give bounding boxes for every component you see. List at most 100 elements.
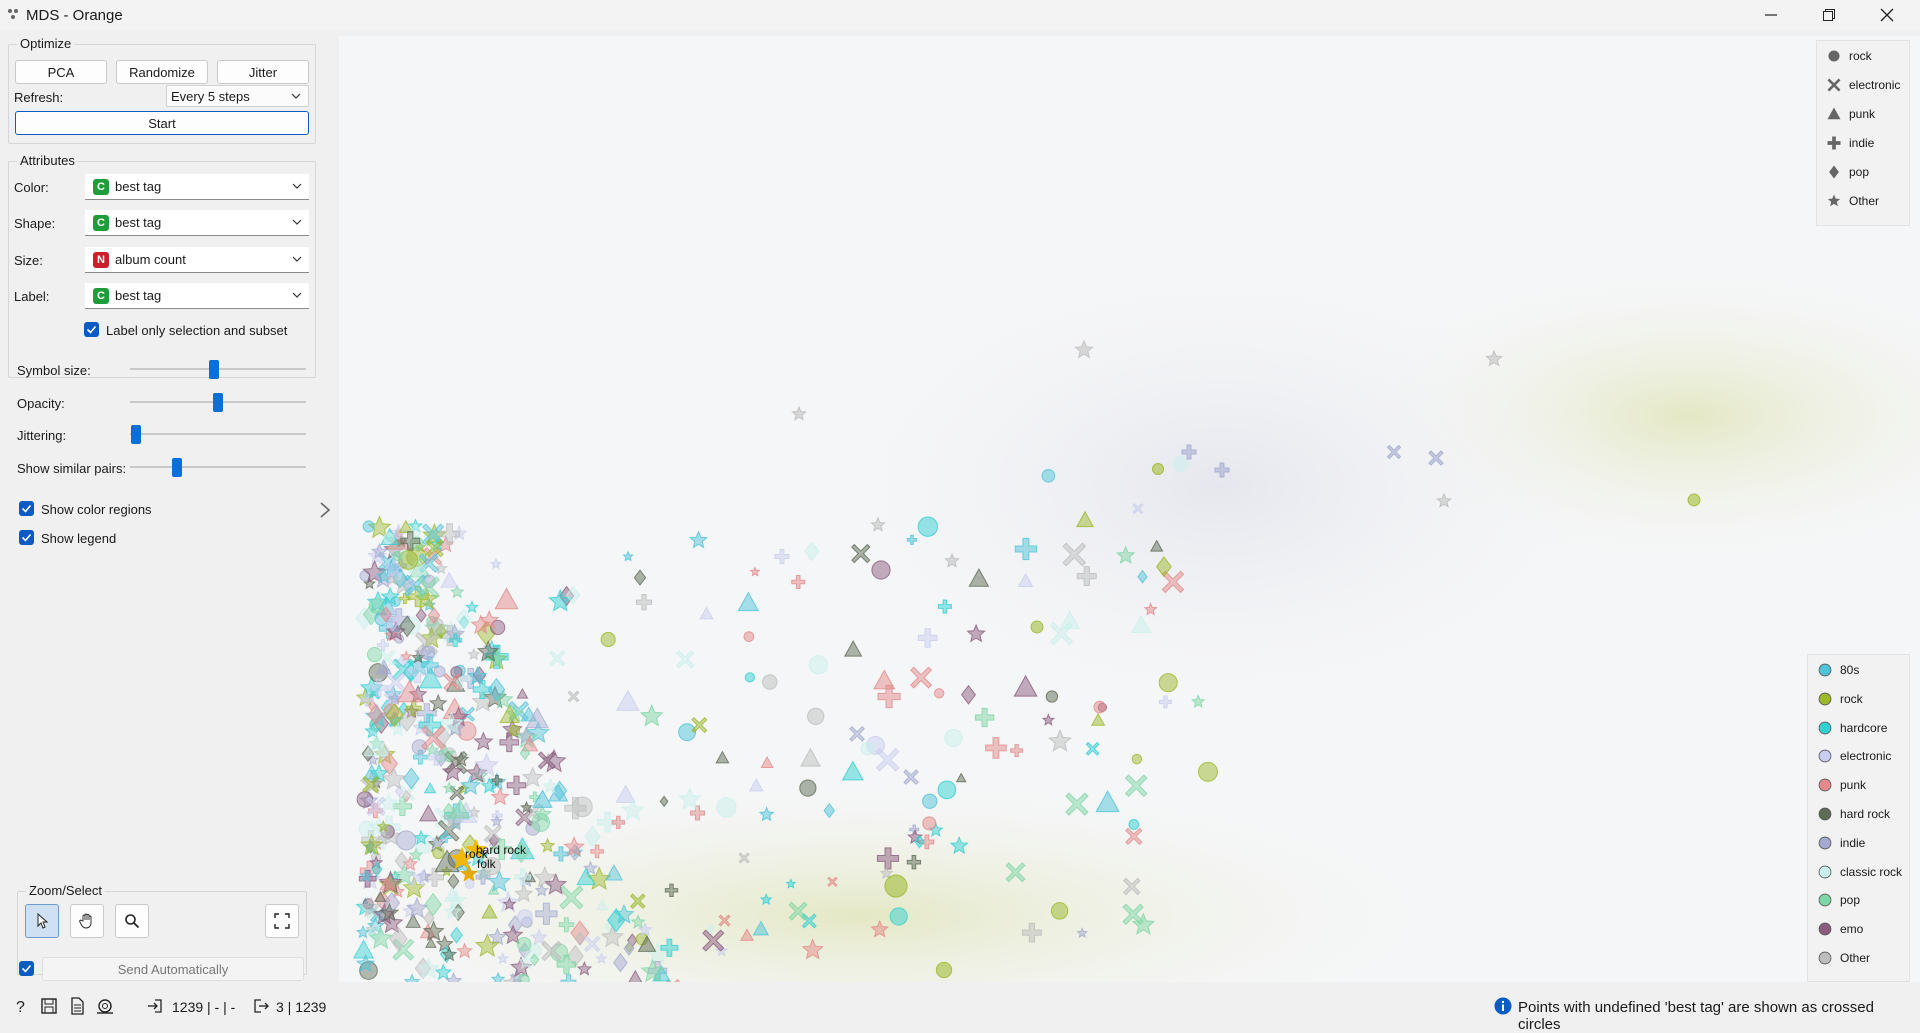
data-point[interactable]	[884, 874, 908, 898]
slider-handle[interactable]	[209, 360, 219, 379]
data-point[interactable]	[1050, 902, 1069, 920]
similar-pairs-slider[interactable]	[130, 457, 306, 477]
legend-item[interactable]: punk	[1818, 778, 1866, 792]
legend-item[interactable]: pop	[1827, 165, 1869, 179]
slider-handle[interactable]	[213, 393, 223, 412]
data-point[interactable]	[383, 532, 395, 545]
data-point[interactable]	[392, 550, 403, 562]
data-point[interactable]	[935, 961, 953, 979]
legend-item[interactable]: indie	[1818, 836, 1865, 850]
pan-tool-button[interactable]	[70, 904, 104, 938]
legend-item[interactable]: hard rock	[1818, 807, 1890, 821]
data-point[interactable]	[1158, 673, 1178, 693]
label-only-checkbox[interactable]	[84, 322, 99, 337]
reset-zoom-button[interactable]	[265, 904, 299, 938]
minimize-button[interactable]	[1748, 0, 1794, 30]
slider-handle[interactable]	[172, 458, 182, 477]
data-point[interactable]	[871, 560, 891, 580]
send-auto-checkbox[interactable]	[19, 961, 34, 976]
refresh-select[interactable]: Every 5 steps	[166, 85, 309, 107]
data-point[interactable]	[944, 728, 963, 748]
data-point[interactable]	[937, 780, 957, 800]
legend-item[interactable]: electronic	[1818, 749, 1891, 763]
data-point[interactable]	[716, 797, 737, 818]
data-point[interactable]	[807, 707, 825, 726]
data-point[interactable]	[744, 672, 756, 683]
data-point[interactable]	[1041, 468, 1056, 483]
data-point[interactable]	[531, 813, 551, 832]
data-point[interactable]	[1045, 690, 1059, 703]
data-point[interactable]	[922, 793, 938, 809]
data-point[interactable]	[799, 779, 817, 797]
scatter-canvas[interactable]: rock hard rock folk	[339, 36, 1920, 982]
data-point[interactable]	[572, 796, 593, 818]
data-point[interactable]	[508, 724, 521, 736]
data-point[interactable]	[934, 688, 945, 699]
save-icon[interactable]	[40, 997, 58, 1015]
data-point[interactable]	[366, 646, 383, 663]
help-icon[interactable]: ?	[12, 997, 30, 1015]
data-point[interactable]	[808, 655, 828, 675]
start-button[interactable]: Start	[15, 111, 309, 135]
data-point[interactable]	[1687, 493, 1701, 507]
legend-item[interactable]: emo	[1818, 922, 1863, 936]
report-icon[interactable]	[68, 997, 86, 1015]
data-point[interactable]	[1198, 761, 1218, 782]
jitter-button[interactable]: Jitter	[217, 60, 309, 84]
shape-legend[interactable]: rock electronic punk indie pop Other	[1816, 40, 1910, 226]
data-point[interactable]	[516, 936, 532, 952]
data-point[interactable]	[368, 598, 384, 614]
data-point[interactable]	[432, 846, 445, 860]
zoom-tool-button[interactable]	[115, 904, 149, 938]
data-point[interactable]	[860, 742, 875, 756]
legend-item[interactable]: Other	[1818, 951, 1870, 965]
data-point[interactable]	[358, 820, 376, 837]
color-legend[interactable]: 80s rock hardcore electronic punk hard rock in…	[1807, 654, 1910, 982]
data-point[interactable]	[420, 645, 436, 661]
legend-item[interactable]: hardcore	[1818, 721, 1887, 735]
show-legend-checkbox[interactable]	[19, 530, 34, 545]
data-point[interactable]	[1128, 818, 1140, 830]
data-point[interactable]	[922, 816, 937, 831]
select-tool-button[interactable]	[25, 904, 59, 938]
legend-item[interactable]: electronic	[1827, 78, 1900, 92]
color-select[interactable]: C best tag	[85, 174, 309, 200]
data-point[interactable]	[1172, 456, 1189, 472]
restore-button[interactable]	[1806, 0, 1852, 30]
data-point[interactable]	[678, 723, 697, 742]
data-point[interactable]	[600, 631, 616, 648]
data-point[interactable]	[517, 973, 530, 982]
slider-handle[interactable]	[131, 425, 141, 444]
data-point[interactable]	[743, 631, 755, 642]
mds-plot[interactable]: rock hard rock folk rock electronic punk in…	[339, 36, 1920, 982]
symbol-size-slider[interactable]	[130, 359, 306, 379]
label-select[interactable]: C best tag	[85, 283, 309, 309]
jittering-slider[interactable]	[130, 424, 306, 444]
size-select[interactable]: N album count	[85, 247, 309, 273]
legend-item[interactable]: rock	[1827, 49, 1872, 63]
collapse-panel-icon[interactable]	[318, 500, 332, 520]
data-point[interactable]	[1030, 620, 1044, 634]
legend-item[interactable]: punk	[1827, 107, 1875, 121]
data-point[interactable]	[1131, 753, 1143, 765]
legend-item[interactable]: indie	[1827, 136, 1874, 150]
legend-item[interactable]: pop	[1818, 893, 1860, 907]
snail-icon[interactable]	[96, 997, 114, 1015]
send-automatically-button[interactable]: Send Automatically	[42, 957, 304, 981]
data-point[interactable]	[917, 516, 938, 537]
data-point[interactable]	[464, 879, 475, 889]
opacity-slider[interactable]	[130, 392, 306, 412]
data-point[interactable]	[517, 909, 533, 925]
legend-item[interactable]: Other	[1827, 194, 1879, 208]
pca-button[interactable]: PCA	[15, 60, 107, 84]
color-regions-checkbox[interactable]	[19, 501, 34, 516]
shape-select[interactable]: C best tag	[85, 210, 309, 236]
data-point[interactable]	[1151, 462, 1165, 476]
legend-item[interactable]: rock	[1818, 692, 1863, 706]
randomize-button[interactable]: Randomize	[116, 60, 208, 84]
data-point[interactable]	[889, 907, 908, 926]
data-point[interactable]	[396, 830, 417, 851]
data-point[interactable]	[762, 674, 778, 690]
data-point[interactable]	[1093, 700, 1107, 714]
legend-item[interactable]: classic rock	[1818, 865, 1902, 879]
